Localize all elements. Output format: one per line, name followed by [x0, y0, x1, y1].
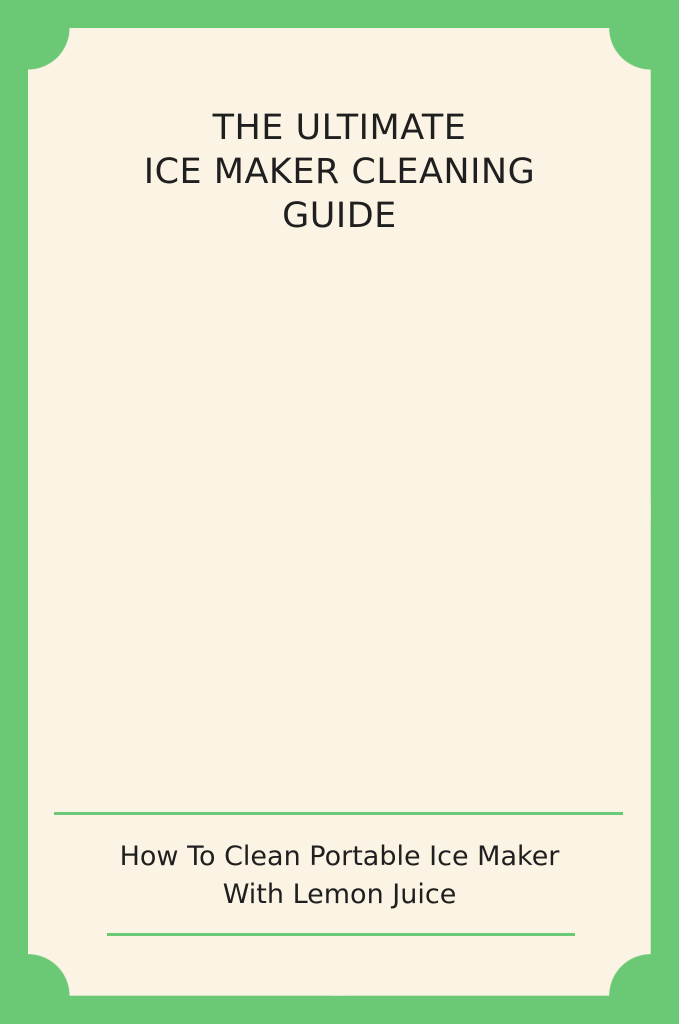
cover-title: THE ULTIMATE ICE MAKER CLEANING GUIDE [0, 106, 679, 238]
cover-subtitle: How To Clean Portable Ice Maker With Lem… [0, 838, 679, 914]
top-divider [54, 812, 623, 815]
subtitle-line-2: With Lemon Juice [222, 879, 457, 910]
title-line-1: THE ULTIMATE [212, 108, 467, 148]
title-line-3: GUIDE [282, 196, 397, 236]
title-line-2: ICE MAKER CLEANING [143, 152, 536, 192]
subtitle-line-1: How To Clean Portable Ice Maker [119, 841, 560, 872]
bottom-divider [107, 933, 575, 936]
